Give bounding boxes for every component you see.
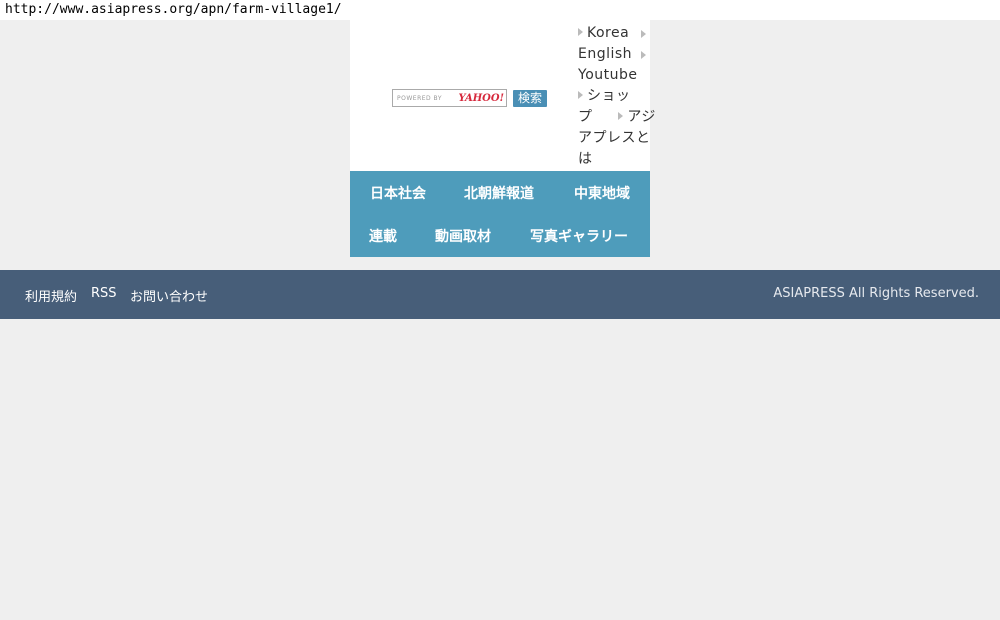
arrow-right-icon [641, 51, 646, 59]
search-input[interactable]: POWERED BY YAHOO! [392, 89, 507, 107]
korea-link[interactable]: Korea [587, 25, 629, 41]
site-footer: 利用規約 RSS お問い合わせ ASIAPRESS All Rights Res… [0, 270, 1000, 319]
nav-item-video[interactable]: 動画取材 [435, 226, 491, 246]
nav-item-photo-gallery[interactable]: 写真ギャラリー [530, 226, 628, 246]
header-links: Korea English Youtube ショッ プ アジ アプレスと は [578, 23, 655, 170]
nav-item-series[interactable]: 連載 [369, 226, 397, 246]
english-link[interactable]: English [578, 46, 632, 62]
search-button[interactable]: 検索 [513, 89, 548, 107]
arrow-right-icon [578, 91, 583, 99]
footer-link-terms[interactable]: 利用規約 [25, 286, 77, 305]
yahoo-logo: YAHOO! [458, 92, 504, 104]
nav-item-north-korea[interactable]: 北朝鮮報道 [464, 183, 534, 203]
arrow-right-icon [641, 30, 646, 38]
link-line-shop: ショッ [578, 86, 650, 107]
powered-by-label: POWERED BY [397, 94, 443, 102]
nav-item-middle-east[interactable]: 中東地域 [574, 183, 630, 203]
shop-link-part2[interactable]: プ [578, 109, 593, 125]
main-nav: 日本社会 北朝鮮報道 中東地域 連載 動画取材 写真ギャラリー [350, 171, 650, 257]
copyright-text: ASIAPRESS All Rights Reserved. [773, 286, 979, 301]
link-line-korea: Korea [578, 23, 650, 44]
link-line-youtube: Youtube [578, 65, 650, 86]
site-header: POWERED BY YAHOO! 検索 Korea English Youtu… [350, 20, 655, 171]
nav-item-japan-society[interactable]: 日本社会 [370, 183, 426, 203]
footer-link-rss[interactable]: RSS [91, 286, 117, 301]
site-search: POWERED BY YAHOO! 検索 [392, 89, 548, 107]
youtube-link[interactable]: Youtube [578, 67, 638, 83]
link-line-shop-about: プ アジ [578, 107, 655, 128]
footer-link-contact[interactable]: お問い合わせ [130, 286, 208, 305]
about-link-part2[interactable]: アプレスと [578, 130, 651, 146]
about-link-part3[interactable]: は [578, 151, 593, 167]
link-line-about: アプレスと [578, 128, 650, 149]
about-link-part1[interactable]: アジ [627, 109, 655, 125]
arrow-right-icon [618, 112, 624, 120]
link-line-english: English [578, 44, 650, 65]
arrow-right-icon [578, 28, 583, 36]
page-url: http://www.asiapress.org/apn/farm-villag… [0, 0, 1000, 20]
link-line-about-end: は [578, 149, 650, 170]
shop-link-part1[interactable]: ショッ [587, 88, 631, 104]
